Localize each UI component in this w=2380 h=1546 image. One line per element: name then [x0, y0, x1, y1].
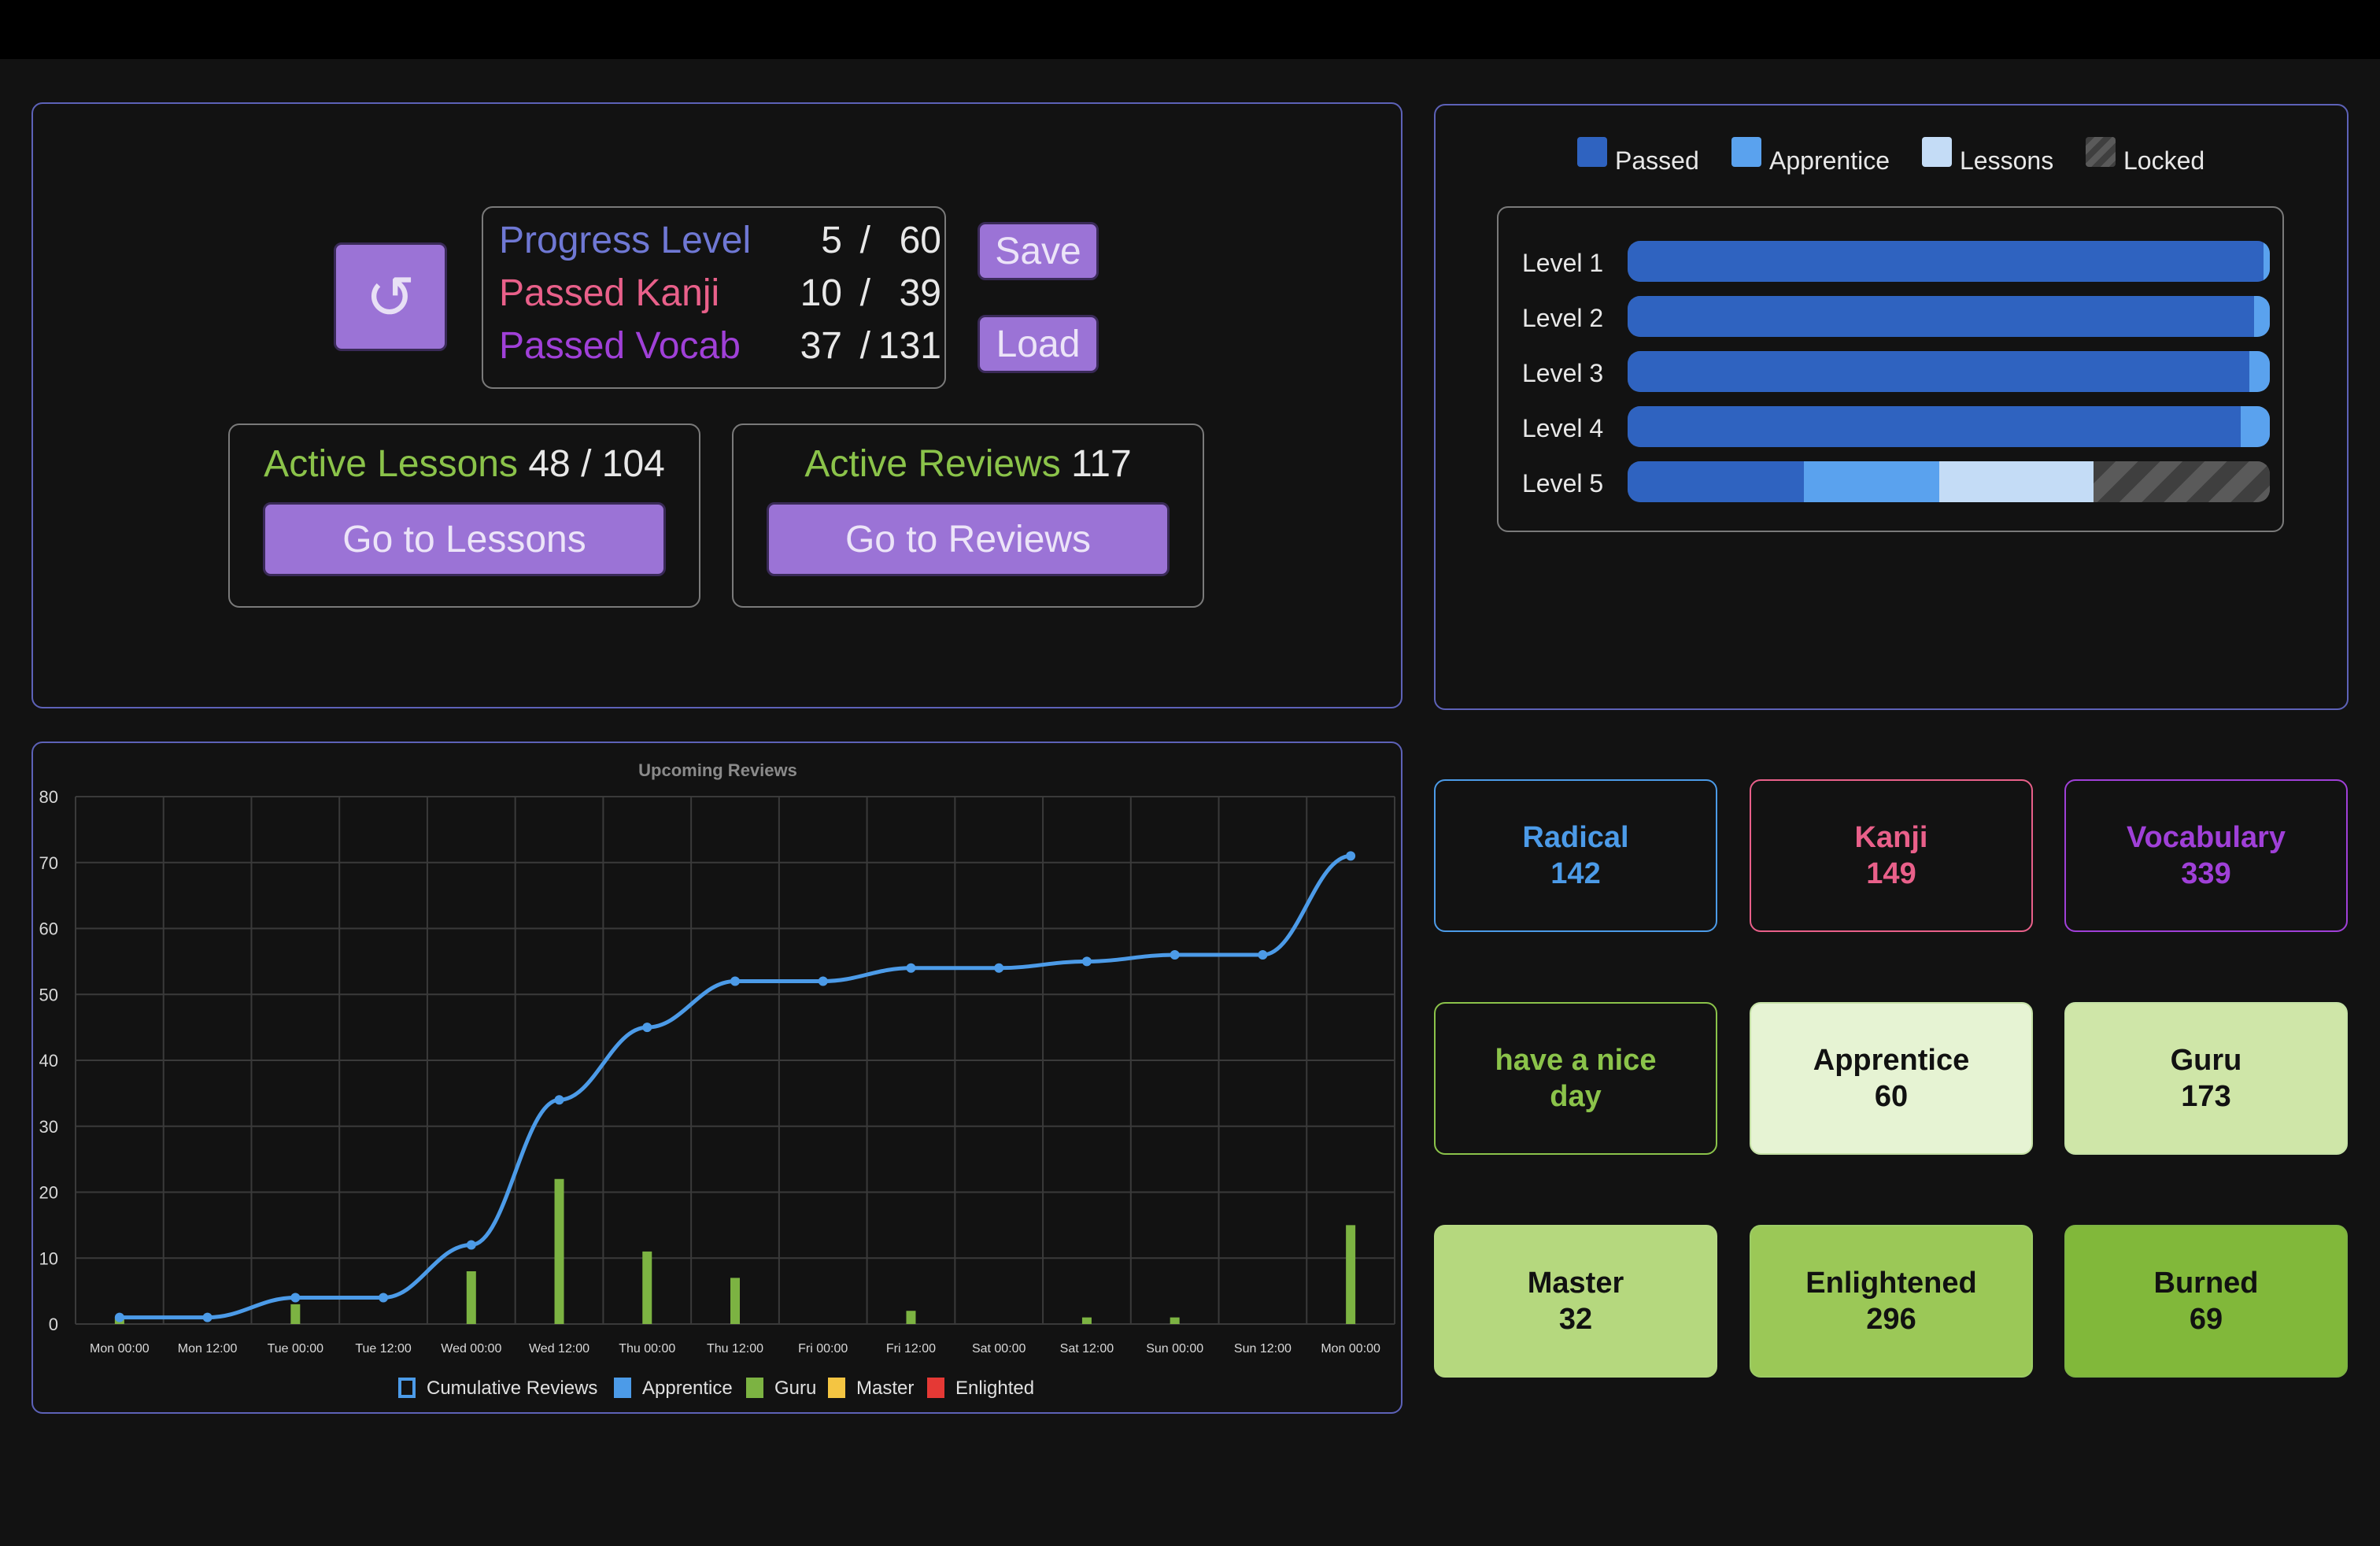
point-cumulative-reviews — [642, 1023, 652, 1033]
point-cumulative-reviews — [1170, 950, 1180, 960]
legend-swatch — [746, 1378, 763, 1398]
point-cumulative-reviews — [202, 1312, 213, 1322]
bar-guru — [466, 1271, 476, 1324]
point-cumulative-reviews — [1258, 950, 1268, 960]
point-cumulative-reviews — [730, 976, 740, 986]
stat-card-value: 173 — [2181, 1080, 2231, 1113]
stat-card-value: 149 — [1866, 857, 1916, 890]
stat-card-vocabulary: Vocabulary 339 — [2064, 779, 2348, 932]
point-cumulative-reviews — [1081, 956, 1092, 967]
stat-card-burned: Burned 69 — [2064, 1225, 2348, 1378]
stat-card-value: 296 — [1866, 1303, 1916, 1336]
y-tick-label: 30 — [39, 1117, 58, 1137]
bar-guru — [290, 1304, 301, 1324]
stat-card-radical: Radical 142 — [1434, 779, 1717, 932]
legend-swatch — [828, 1378, 845, 1398]
stat-card-title: Radical — [1522, 821, 1629, 854]
x-tick-label: Wed 00:00 — [441, 1342, 501, 1356]
line-cumulative-reviews — [119, 853, 1351, 1320]
stat-card-title: Guru — [2170, 1044, 2242, 1077]
x-tick-label: Fri 00:00 — [798, 1342, 848, 1356]
y-tick-label: 0 — [49, 1315, 58, 1334]
bar-guru — [1170, 1317, 1180, 1324]
stat-card-value: 339 — [2181, 857, 2231, 890]
y-tick-label: 20 — [39, 1183, 58, 1203]
legend-swatch — [927, 1378, 944, 1398]
x-tick-label: Mon 00:00 — [1321, 1342, 1380, 1356]
bar-guru — [1346, 1225, 1356, 1324]
stat-card-title: Kanji — [1854, 821, 1928, 854]
stat-card-have-a-nice-day: have a nice day — [1434, 1002, 1717, 1155]
x-tick-label: Tue 12:00 — [355, 1342, 412, 1356]
point-cumulative-reviews — [818, 976, 828, 986]
stat-card-guru: Guru 173 — [2064, 1002, 2348, 1155]
point-cumulative-reviews — [379, 1293, 389, 1303]
bar-guru — [730, 1278, 740, 1324]
x-tick-label: Sun 12:00 — [1234, 1342, 1292, 1356]
stat-card-title: Apprentice — [1813, 1044, 1970, 1077]
legend-label: Master — [856, 1378, 914, 1399]
stat-card-title: Master — [1527, 1267, 1624, 1300]
x-tick-label: Thu 00:00 — [619, 1342, 675, 1356]
stat-card-title: Burned — [2153, 1267, 2259, 1300]
bar-guru — [554, 1178, 564, 1324]
y-tick-label: 50 — [39, 985, 58, 1004]
y-tick-label: 80 — [39, 787, 58, 807]
bar-guru — [906, 1311, 916, 1324]
x-tick-label: Sun 00:00 — [1146, 1342, 1203, 1356]
stat-card-kanji: Kanji 149 — [1750, 779, 2033, 932]
legend-label: Apprentice — [642, 1378, 733, 1399]
stat-card-enlightened: Enlightened 296 — [1750, 1225, 2033, 1378]
stat-card-title: have a nice day — [1495, 1044, 1657, 1113]
legend-swatch — [614, 1378, 631, 1398]
stat-card-title: Vocabulary — [2126, 821, 2286, 854]
point-cumulative-reviews — [994, 963, 1004, 973]
x-tick-label: Sat 12:00 — [1060, 1342, 1114, 1356]
stat-card-apprentice: Apprentice 60 — [1750, 1002, 2033, 1155]
x-tick-label: Tue 00:00 — [268, 1342, 324, 1356]
point-cumulative-reviews — [466, 1240, 476, 1250]
x-tick-label: Fri 12:00 — [886, 1342, 936, 1356]
legend-label: Guru — [774, 1378, 816, 1399]
stat-card-value: 60 — [1874, 1080, 1909, 1113]
y-tick-label: 60 — [39, 919, 58, 939]
stat-card-value: 69 — [2189, 1303, 2223, 1336]
stat-card-title: Enlightened — [1805, 1267, 1977, 1300]
point-cumulative-reviews — [554, 1095, 564, 1105]
point-cumulative-reviews — [114, 1312, 124, 1322]
point-cumulative-reviews — [1346, 851, 1356, 861]
x-tick-label: Mon 12:00 — [178, 1342, 238, 1356]
stat-card-value: 32 — [1558, 1303, 1593, 1336]
legend-label: Enlighted — [955, 1378, 1034, 1399]
x-tick-label: Thu 12:00 — [707, 1342, 763, 1356]
y-tick-label: 40 — [39, 1051, 58, 1071]
x-tick-label: Wed 12:00 — [529, 1342, 589, 1356]
bar-guru — [642, 1251, 652, 1324]
x-tick-label: Sat 00:00 — [972, 1342, 1026, 1356]
point-cumulative-reviews — [906, 963, 916, 973]
stat-card-master: Master 32 — [1434, 1225, 1717, 1378]
y-tick-label: 10 — [39, 1248, 58, 1268]
y-tick-label: 70 — [39, 853, 58, 873]
legend-label: Cumulative Reviews — [427, 1378, 597, 1399]
x-tick-label: Mon 00:00 — [90, 1342, 150, 1356]
legend-swatch — [398, 1378, 416, 1398]
point-cumulative-reviews — [290, 1293, 301, 1303]
chart-title: Upcoming Reviews — [638, 760, 797, 780]
bar-guru — [1081, 1317, 1092, 1324]
stat-card-value: 142 — [1550, 857, 1601, 890]
